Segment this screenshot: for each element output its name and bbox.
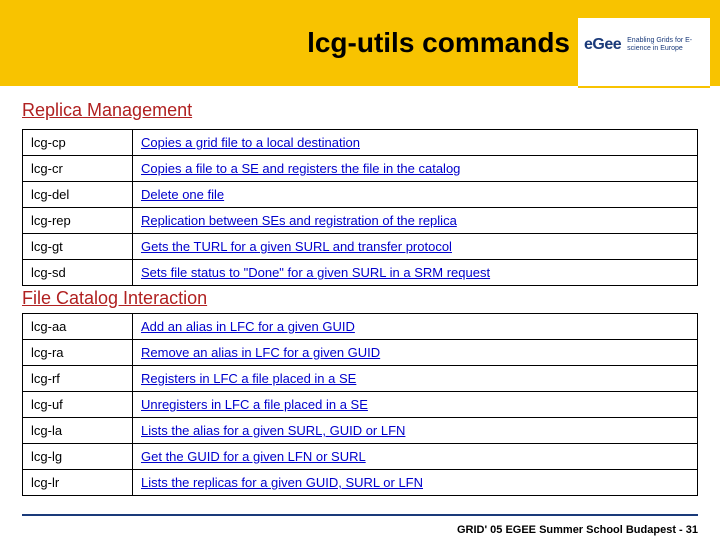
desc-link[interactable]: Lists the alias for a given SURL, GUID o… — [141, 423, 405, 438]
cmd-cell: lcg-la — [23, 418, 133, 444]
header-band: lcg-utils commands eGee Enabling Grids f… — [0, 0, 720, 86]
logo-tagline: Enabling Grids for E-science in Europe — [627, 37, 704, 52]
cmd-cell: lcg-rf — [23, 366, 133, 392]
table-row: lcg-rep Replication between SEs and regi… — [23, 208, 698, 234]
desc-cell: Registers in LFC a file placed in a SE — [133, 366, 698, 392]
table-row: lcg-del Delete one file — [23, 182, 698, 208]
table-row: lcg-uf Unregisters in LFC a file placed … — [23, 392, 698, 418]
table-row: lcg-sd Sets file status to "Done" for a … — [23, 260, 698, 286]
table-row: lcg-lr Lists the replicas for a given GU… — [23, 470, 698, 496]
desc-link[interactable]: Lists the replicas for a given GUID, SUR… — [141, 475, 423, 490]
desc-link[interactable]: Remove an alias in LFC for a given GUID — [141, 345, 380, 360]
desc-link[interactable]: Copies a grid file to a local destinatio… — [141, 135, 360, 150]
logo-mark: eGee — [584, 36, 621, 54]
logo: eGee Enabling Grids for E-science in Eur… — [578, 18, 710, 88]
footer-text: GRID' 05 EGEE Summer School Budapest - 3… — [457, 524, 698, 536]
cmd-cell: lcg-rep — [23, 208, 133, 234]
table-row: lcg-ra Remove an alias in LFC for a give… — [23, 340, 698, 366]
desc-cell: Get the GUID for a given LFN or SURL — [133, 444, 698, 470]
cmd-cell: lcg-lr — [23, 470, 133, 496]
cmd-cell: lcg-lg — [23, 444, 133, 470]
desc-link[interactable]: Sets file status to "Done" for a given S… — [141, 265, 490, 280]
cmd-cell: lcg-sd — [23, 260, 133, 286]
desc-cell: Remove an alias in LFC for a given GUID — [133, 340, 698, 366]
cmd-cell: lcg-cr — [23, 156, 133, 182]
desc-link[interactable]: Replication between SEs and registration… — [141, 213, 457, 228]
section-heading-catalog: File Catalog Interaction — [22, 288, 698, 309]
footer-divider — [22, 514, 698, 516]
desc-cell: Copies a grid file to a local destinatio… — [133, 130, 698, 156]
desc-cell: Add an alias in LFC for a given GUID — [133, 314, 698, 340]
cmd-cell: lcg-cp — [23, 130, 133, 156]
desc-cell: Delete one file — [133, 182, 698, 208]
table-row: lcg-gt Gets the TURL for a given SURL an… — [23, 234, 698, 260]
desc-link[interactable]: Get the GUID for a given LFN or SURL — [141, 449, 366, 464]
desc-cell: Gets the TURL for a given SURL and trans… — [133, 234, 698, 260]
desc-cell: Replication between SEs and registration… — [133, 208, 698, 234]
desc-link[interactable]: Copies a file to a SE and registers the … — [141, 161, 460, 176]
section-heading-replica: Replica Management — [22, 100, 698, 121]
replica-table: lcg-cp Copies a grid file to a local des… — [22, 129, 698, 286]
desc-cell: Lists the replicas for a given GUID, SUR… — [133, 470, 698, 496]
table-row: lcg-cp Copies a grid file to a local des… — [23, 130, 698, 156]
desc-link[interactable]: Add an alias in LFC for a given GUID — [141, 319, 355, 334]
content-area: Replica Management lcg-cp Copies a grid … — [0, 86, 720, 496]
table-row: lcg-rf Registers in LFC a file placed in… — [23, 366, 698, 392]
cmd-cell: lcg-aa — [23, 314, 133, 340]
desc-link[interactable]: Unregisters in LFC a file placed in a SE — [141, 397, 368, 412]
table-row: lcg-aa Add an alias in LFC for a given G… — [23, 314, 698, 340]
table-row: lcg-la Lists the alias for a given SURL,… — [23, 418, 698, 444]
table-row: lcg-lg Get the GUID for a given LFN or S… — [23, 444, 698, 470]
desc-cell: Copies a file to a SE and registers the … — [133, 156, 698, 182]
desc-link[interactable]: Registers in LFC a file placed in a SE — [141, 371, 356, 386]
desc-cell: Lists the alias for a given SURL, GUID o… — [133, 418, 698, 444]
cmd-cell: lcg-gt — [23, 234, 133, 260]
desc-cell: Sets file status to "Done" for a given S… — [133, 260, 698, 286]
cmd-cell: lcg-uf — [23, 392, 133, 418]
desc-link[interactable]: Gets the TURL for a given SURL and trans… — [141, 239, 452, 254]
desc-cell: Unregisters in LFC a file placed in a SE — [133, 392, 698, 418]
catalog-table: lcg-aa Add an alias in LFC for a given G… — [22, 313, 698, 496]
desc-link[interactable]: Delete one file — [141, 187, 224, 202]
page-title: lcg-utils commands — [307, 27, 570, 59]
table-row: lcg-cr Copies a file to a SE and registe… — [23, 156, 698, 182]
cmd-cell: lcg-ra — [23, 340, 133, 366]
cmd-cell: lcg-del — [23, 182, 133, 208]
